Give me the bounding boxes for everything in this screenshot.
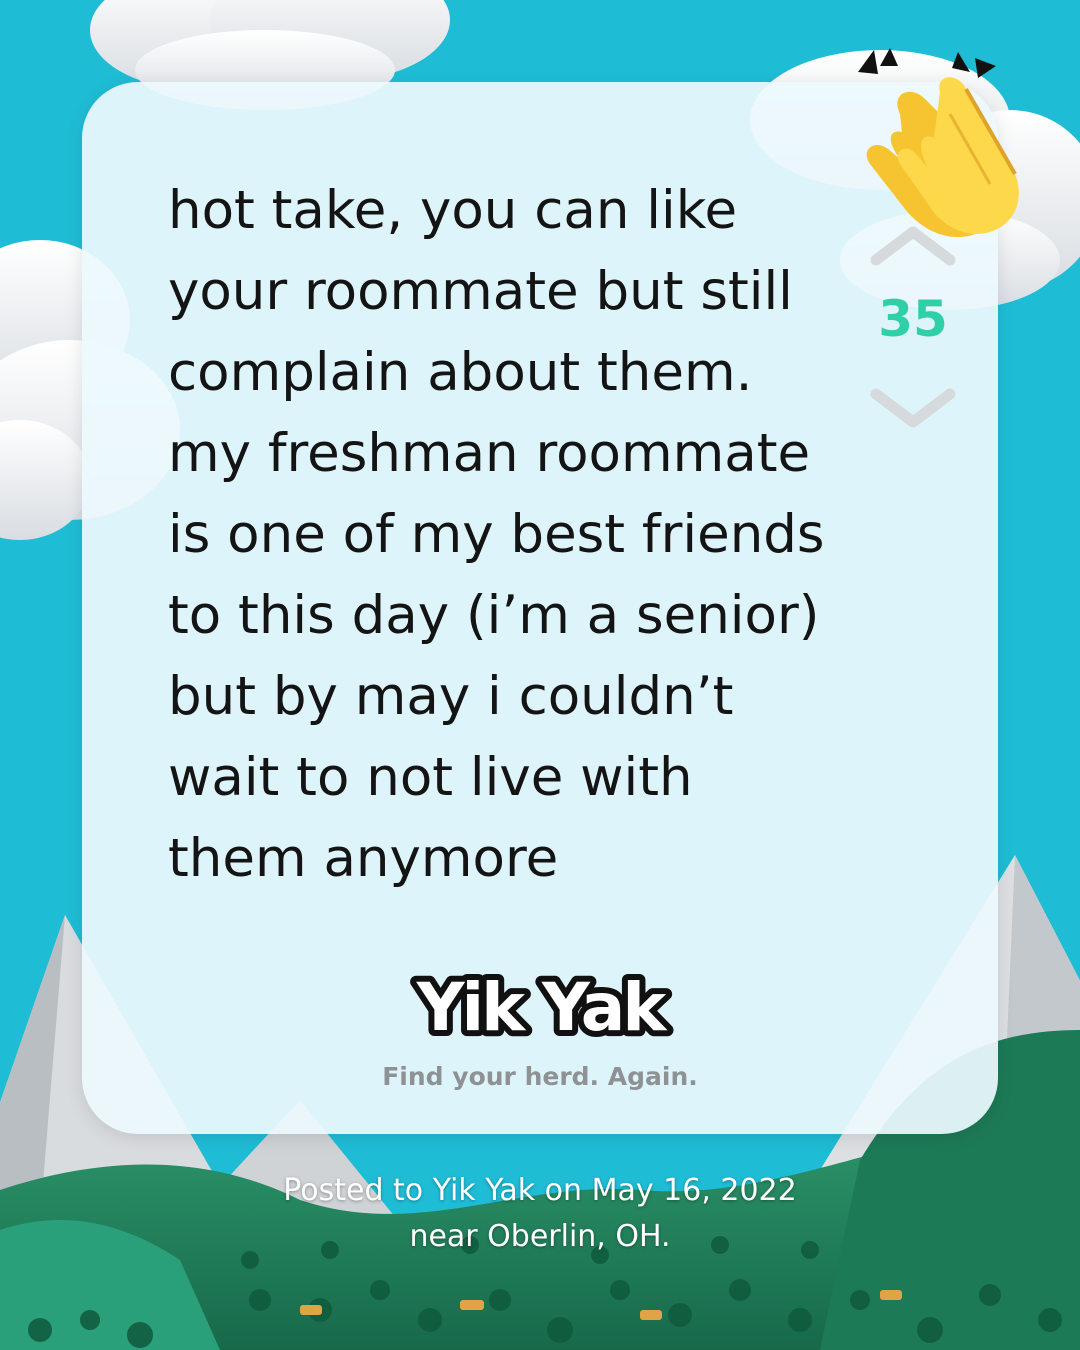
post-text-line: complain about them. [168,342,753,403]
downvote-button[interactable] [868,384,958,434]
post-text-line: my freshman roommate [168,423,811,484]
post-text-line: is one of my best friends [168,504,825,565]
post-text-line: them anymore [168,828,559,889]
post-footer: Posted to Yik Yak on May 16, 2022 near O… [0,1168,1080,1260]
post-text-line: to this day (i’m a senior) [168,585,820,646]
post-text-line: hot take, you can like [168,180,738,241]
post-date: Posted to Yik Yak on May 16, 2022 [283,1173,797,1208]
clapping-hands-icon [858,48,1019,238]
yik-yak-logo: Yik Yak [410,963,675,1052]
post-text-line: but by may i couldn’t [168,666,734,727]
logo-text: Yik Yak [416,969,669,1046]
tagline: Find your herd. Again. [382,1062,698,1091]
post-text: hot take, you can like your roommate but… [168,170,858,899]
post-text-line: wait to not live with [168,747,693,808]
post-text-line: your roommate but still [168,261,793,322]
vote-count: 35 [878,290,948,348]
post-location: near Oberlin, OH. [409,1219,671,1254]
chevron-down-icon [870,388,956,428]
